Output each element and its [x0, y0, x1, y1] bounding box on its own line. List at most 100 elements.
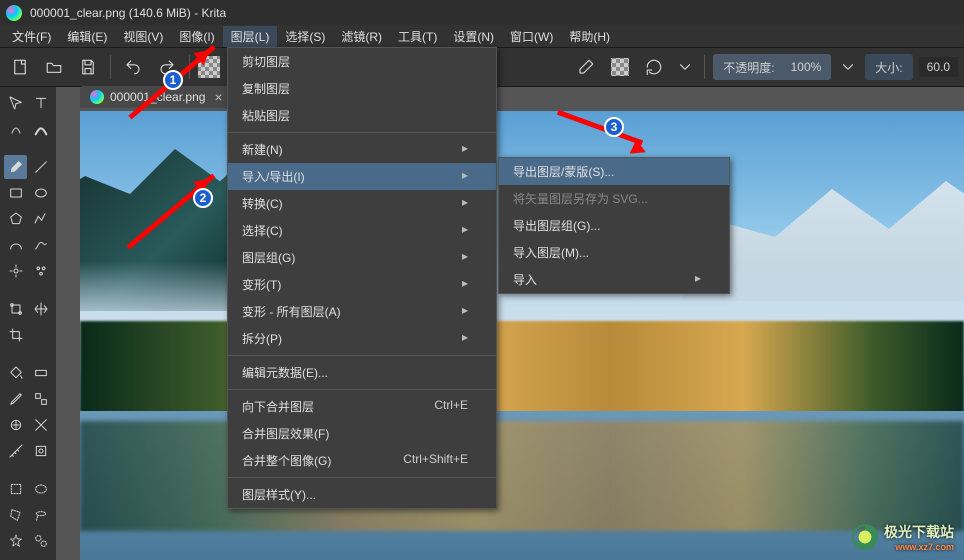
opacity-input[interactable]: 不透明度: 100% — [713, 54, 831, 80]
watermark: 极光下载站 www.xz7.com — [852, 522, 954, 552]
reference-tool-icon[interactable] — [29, 439, 52, 463]
menu-item[interactable]: 拆分(P)▸ — [228, 325, 496, 352]
menu-item[interactable]: 帮助(H) — [561, 26, 618, 47]
new-file-icon[interactable] — [6, 53, 34, 81]
chevron-right-icon: ▸ — [695, 271, 701, 288]
save-file-icon[interactable] — [74, 53, 102, 81]
menu-item[interactable]: 图层(L) — [223, 26, 278, 47]
polyline-tool-icon[interactable] — [29, 207, 52, 231]
text-tool-icon[interactable] — [29, 91, 52, 115]
move-tool-icon[interactable] — [4, 91, 27, 115]
separator — [110, 55, 111, 79]
import-export-submenu: 导出图层/蒙版(S)...将矢量图层另存为 SVG...导出图层组(G)...导… — [498, 157, 730, 294]
menu-item[interactable]: 导入▸ — [499, 266, 729, 293]
menu-item[interactable]: 窗口(W) — [502, 26, 561, 47]
menu-item[interactable]: 导入/导出(I)▸ — [228, 163, 496, 190]
menu-item[interactable]: 合并图层效果(F) — [228, 420, 496, 447]
multibrush-icon[interactable] — [29, 259, 52, 283]
calligraphy-icon[interactable] — [29, 117, 52, 141]
line-tool-icon[interactable] — [29, 155, 52, 179]
menu-separator — [228, 355, 496, 356]
measure-tool-icon[interactable] — [4, 439, 27, 463]
size-input[interactable]: 大小: — [865, 54, 912, 80]
poly-select-icon[interactable] — [4, 503, 27, 527]
menu-item[interactable]: 导入图层(M)... — [499, 239, 729, 266]
ellipse-select-icon[interactable] — [29, 477, 52, 501]
eraser-mode-icon[interactable] — [572, 53, 600, 81]
menu-item[interactable]: 复制图层 — [228, 75, 496, 102]
fill-tool-icon[interactable] — [4, 361, 27, 385]
window-title: 000001_clear.png (140.6 MiB) - Krita — [30, 6, 226, 20]
menu-item[interactable]: 导出图层组(G)... — [499, 212, 729, 239]
watermark-logo-icon — [852, 524, 878, 550]
menu-item[interactable]: 图像(I) — [171, 26, 222, 47]
chevron-right-icon: ▸ — [462, 276, 468, 293]
menu-item[interactable]: 设置(N) — [445, 26, 502, 47]
menu-item[interactable]: 选择(S) — [277, 26, 333, 47]
app-icon — [6, 5, 22, 21]
chevron-down-icon[interactable] — [837, 56, 859, 78]
menu-item[interactable]: 图层组(G)▸ — [228, 244, 496, 271]
chevron-right-icon: ▸ — [462, 195, 468, 212]
polygon-tool-icon[interactable] — [4, 207, 27, 231]
alpha-lock-icon[interactable] — [606, 53, 634, 81]
menu-item[interactable]: 转换(C)▸ — [228, 190, 496, 217]
close-icon[interactable]: × — [211, 90, 225, 104]
chevron-down-icon[interactable] — [674, 56, 696, 78]
transform-tool-icon[interactable] — [4, 297, 27, 321]
dynamic-brush-icon[interactable] — [4, 259, 27, 283]
gradient-tool-icon[interactable] — [29, 361, 52, 385]
edit-shapes-icon[interactable] — [4, 117, 27, 141]
size-label: 大小: — [875, 59, 902, 76]
ellipse-tool-icon[interactable] — [29, 181, 52, 205]
app-icon — [90, 90, 104, 104]
menu-item[interactable]: 合并整个图像(G)Ctrl+Shift+E — [228, 447, 496, 474]
chevron-right-icon: ▸ — [462, 168, 468, 185]
size-value[interactable]: 60.0 — [919, 57, 958, 77]
assist-tool-icon[interactable] — [29, 413, 52, 437]
contiguous-select-icon[interactable] — [4, 529, 27, 553]
menu-item[interactable]: 文件(F) — [4, 26, 59, 47]
bezier-tool-icon[interactable] — [4, 233, 27, 257]
pattern-edit-icon[interactable] — [29, 387, 52, 411]
menu-item[interactable]: 变形(T)▸ — [228, 271, 496, 298]
open-file-icon[interactable] — [40, 53, 68, 81]
menu-item[interactable]: 粘贴图层 — [228, 102, 496, 129]
menubar: 文件(F)编辑(E)视图(V)图像(I)图层(L)选择(S)滤镜(R)工具(T)… — [0, 25, 964, 47]
menu-item[interactable]: 编辑(E) — [59, 26, 115, 47]
opacity-value: 100% — [791, 60, 822, 74]
menu-item[interactable]: 向下合并图层Ctrl+E — [228, 393, 496, 420]
menu-separator — [228, 477, 496, 478]
smart-fill-icon[interactable] — [4, 413, 27, 437]
rectangle-tool-icon[interactable] — [4, 181, 27, 205]
crop-tool-icon[interactable] — [4, 323, 27, 347]
menu-item[interactable]: 选择(C)▸ — [228, 217, 496, 244]
annotation-arrow — [640, 155, 650, 165]
menu-item[interactable]: 剪切图层 — [228, 48, 496, 75]
annotation-badge-3: 3 — [604, 117, 624, 137]
menu-separator — [228, 132, 496, 133]
separator — [704, 55, 705, 79]
menu-item[interactable]: 视图(V) — [115, 26, 171, 47]
rect-select-icon[interactable] — [4, 477, 27, 501]
annotation-badge-1: 1 — [163, 70, 183, 90]
undo-icon[interactable] — [119, 53, 147, 81]
menu-item[interactable]: 滤镜(R) — [333, 26, 390, 47]
brush-tool-icon[interactable] — [4, 155, 27, 179]
freehand-path-icon[interactable] — [29, 233, 52, 257]
layer-menu-dropdown: 剪切图层复制图层粘贴图层新建(N)▸导入/导出(I)▸转换(C)▸选择(C)▸图… — [227, 47, 497, 509]
reload-preset-icon[interactable] — [640, 53, 668, 81]
toolbox — [0, 87, 56, 560]
menu-item[interactable]: 图层样式(Y)... — [228, 481, 496, 508]
menu-item[interactable]: 工具(T) — [390, 26, 445, 47]
lasso-select-icon[interactable] — [29, 503, 52, 527]
color-picker-icon[interactable] — [4, 387, 27, 411]
menu-item[interactable]: 编辑元数据(E)... — [228, 359, 496, 386]
blank-icon — [29, 323, 52, 347]
move-layer-icon[interactable] — [29, 297, 52, 321]
menu-item[interactable]: 变形 - 所有图层(A)▸ — [228, 298, 496, 325]
menu-item[interactable]: 导出图层/蒙版(S)... — [499, 158, 729, 185]
menu-item[interactable]: 新建(N)▸ — [228, 136, 496, 163]
similar-select-icon[interactable] — [29, 529, 52, 553]
chevron-right-icon: ▸ — [462, 249, 468, 266]
